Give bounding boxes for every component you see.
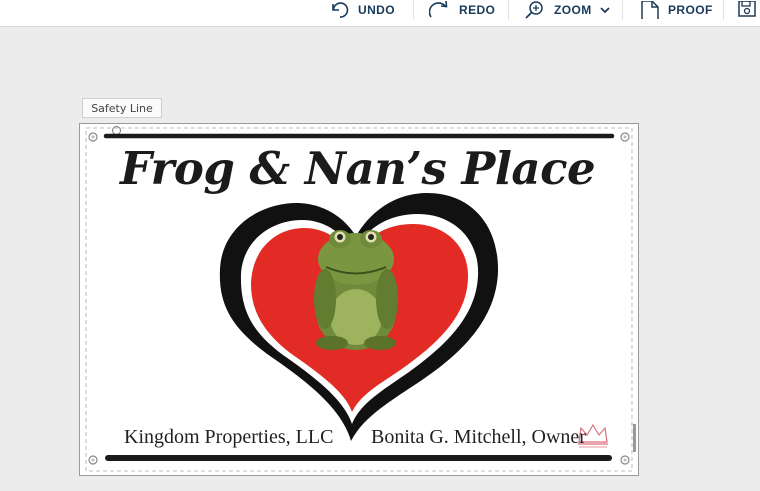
editor-toolbar: UNDO REDO ZOOM PROOF <box>0 0 760 27</box>
grommet-icon <box>88 455 98 465</box>
toolbar-divider <box>508 0 509 20</box>
grommet-icon <box>88 132 98 142</box>
redo-icon <box>429 1 448 18</box>
zoom-label: ZOOM <box>554 3 592 17</box>
toolbar-divider <box>413 0 414 20</box>
company-name: Kingdom Properties, LLC <box>124 426 334 448</box>
safety-line-tooltip: Safety Line <box>82 98 162 118</box>
redo-label: REDO <box>459 3 496 17</box>
zoom-button[interactable]: ZOOM <box>524 0 610 20</box>
toolbar-divider <box>622 0 623 20</box>
safety-line-label: Safety Line <box>91 101 153 115</box>
save-button[interactable] <box>738 0 756 20</box>
undo-button[interactable]: UNDO <box>330 0 395 20</box>
undo-label: UNDO <box>358 3 395 17</box>
proof-button[interactable]: PROOF <box>640 0 713 20</box>
design-canvas[interactable]: Frog & Nan’s Place Kingdom Properties, L… <box>79 123 639 476</box>
proof-label: PROOF <box>668 3 713 17</box>
frog-figurine <box>314 230 398 350</box>
redo-button[interactable]: REDO <box>429 0 495 20</box>
document-icon <box>641 1 659 19</box>
undo-icon <box>332 2 349 18</box>
owner-name: Bonita G. Mitchell, Owner <box>371 426 586 448</box>
print-mark <box>633 424 636 452</box>
save-icon <box>738 1 756 17</box>
toolbar-divider <box>723 0 724 20</box>
chevron-down-icon <box>599 7 610 14</box>
banner-title: Frog & Nan’s Place <box>120 142 596 195</box>
grommet-icon <box>620 455 630 465</box>
zoom-in-icon <box>525 1 543 19</box>
grommet-icon <box>620 132 630 142</box>
